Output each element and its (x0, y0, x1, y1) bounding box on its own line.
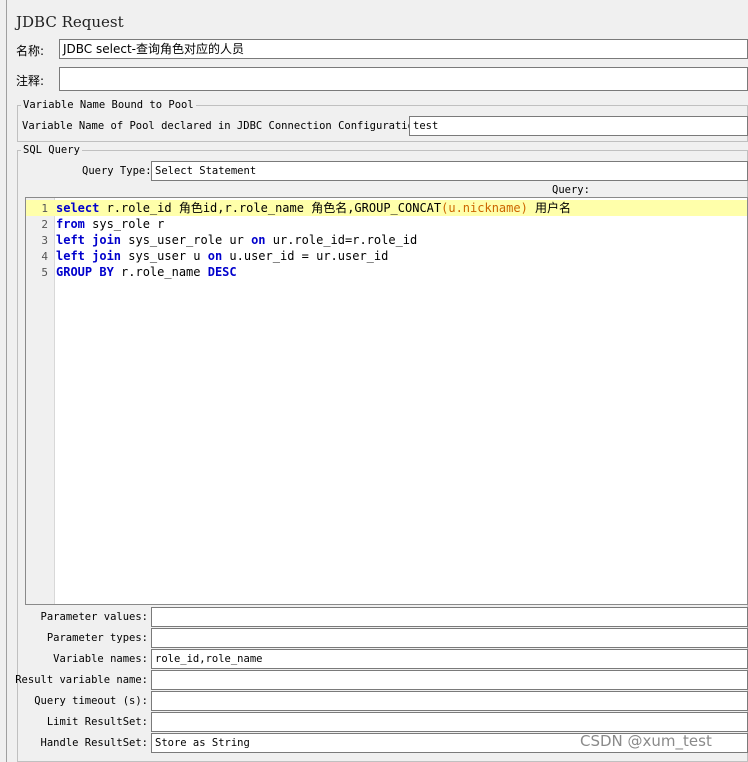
sql-text: sys_role r (84, 217, 165, 231)
param-field[interactable] (151, 628, 748, 648)
sql-keyword: select (56, 201, 100, 215)
sql-text: r.role_id 角色id,r.role_name 角色名,GROUP_CON… (99, 201, 442, 215)
sql-group-title: SQL Query (21, 144, 82, 156)
sql-keyword: from (56, 217, 85, 231)
query-label: Query: (552, 184, 590, 196)
sql-editor[interactable]: 1 select r.role_id 角色id,r.role_name 角色名,G… (25, 197, 748, 605)
param-field[interactable] (151, 670, 748, 690)
param-field[interactable] (151, 712, 748, 732)
sql-text: r.role_name (113, 265, 208, 279)
param-label: Handle ResultSet: (40, 737, 148, 749)
param-field[interactable] (151, 607, 748, 627)
code-line: 2 from sys_role r (26, 216, 747, 232)
line-number: 4 (41, 250, 48, 263)
line-number: 3 (41, 234, 48, 247)
code-line: 4 left join sys_user u on u.user_id = ur.… (26, 248, 747, 264)
comment-field[interactable] (59, 67, 748, 91)
code-line: 5 GROUP BY r.role_name DESC (26, 264, 747, 280)
pool-group-title: Variable Name Bound to Pool (21, 99, 196, 111)
sql-text: 用户名 (527, 201, 572, 215)
sql-keyword: left join (56, 233, 122, 247)
sql-text: ur.role_id=r.role_id (265, 233, 418, 247)
sql-text: sys_user u (121, 249, 208, 263)
sql-keyword: on (251, 233, 266, 247)
sql-text: sys_user_role ur (121, 233, 252, 247)
query-type-label: Query Type: (82, 165, 152, 177)
frame-border (6, 0, 7, 762)
sql-text: u.user_id = ur.user_id (222, 249, 389, 263)
pool-label: Variable Name of Pool declared in JDBC C… (22, 120, 427, 132)
param-label: Limit ResultSet: (46, 716, 148, 728)
param-label: Result variable name: (15, 674, 148, 686)
sql-keyword: on (207, 249, 223, 263)
param-field[interactable] (151, 691, 748, 711)
line-number: 1 (41, 202, 48, 215)
name-label: 名称: (16, 44, 45, 58)
code-line: 1 select r.role_id 角色id,r.role_name 角色名,G… (26, 200, 747, 216)
param-label: Parameter values: (40, 611, 148, 623)
query-type-select[interactable]: Select Statement (151, 161, 748, 181)
param-field[interactable]: role_id,role_name (151, 649, 748, 669)
param-label: Variable names: (53, 653, 148, 665)
sql-function-args: (u.nickname) (441, 201, 528, 215)
param-label: Parameter types: (46, 632, 148, 644)
code-line: 3 left join sys_user_role ur on ur.role_i… (26, 232, 747, 248)
line-number: 5 (41, 266, 48, 279)
watermark: CSDN @xum_test (580, 732, 712, 750)
panel-title: JDBC Request (16, 13, 124, 31)
pool-name-field[interactable]: test (409, 116, 748, 136)
sql-keyword: GROUP BY (56, 265, 114, 279)
sql-keyword: DESC (207, 265, 237, 279)
sql-keyword: left join (56, 249, 122, 263)
comment-label: 注释: (16, 74, 45, 88)
line-number: 2 (41, 218, 48, 231)
name-field[interactable]: JDBC select-查询角色对应的人员 (59, 39, 748, 59)
param-label: Query timeout (s): (34, 695, 148, 707)
